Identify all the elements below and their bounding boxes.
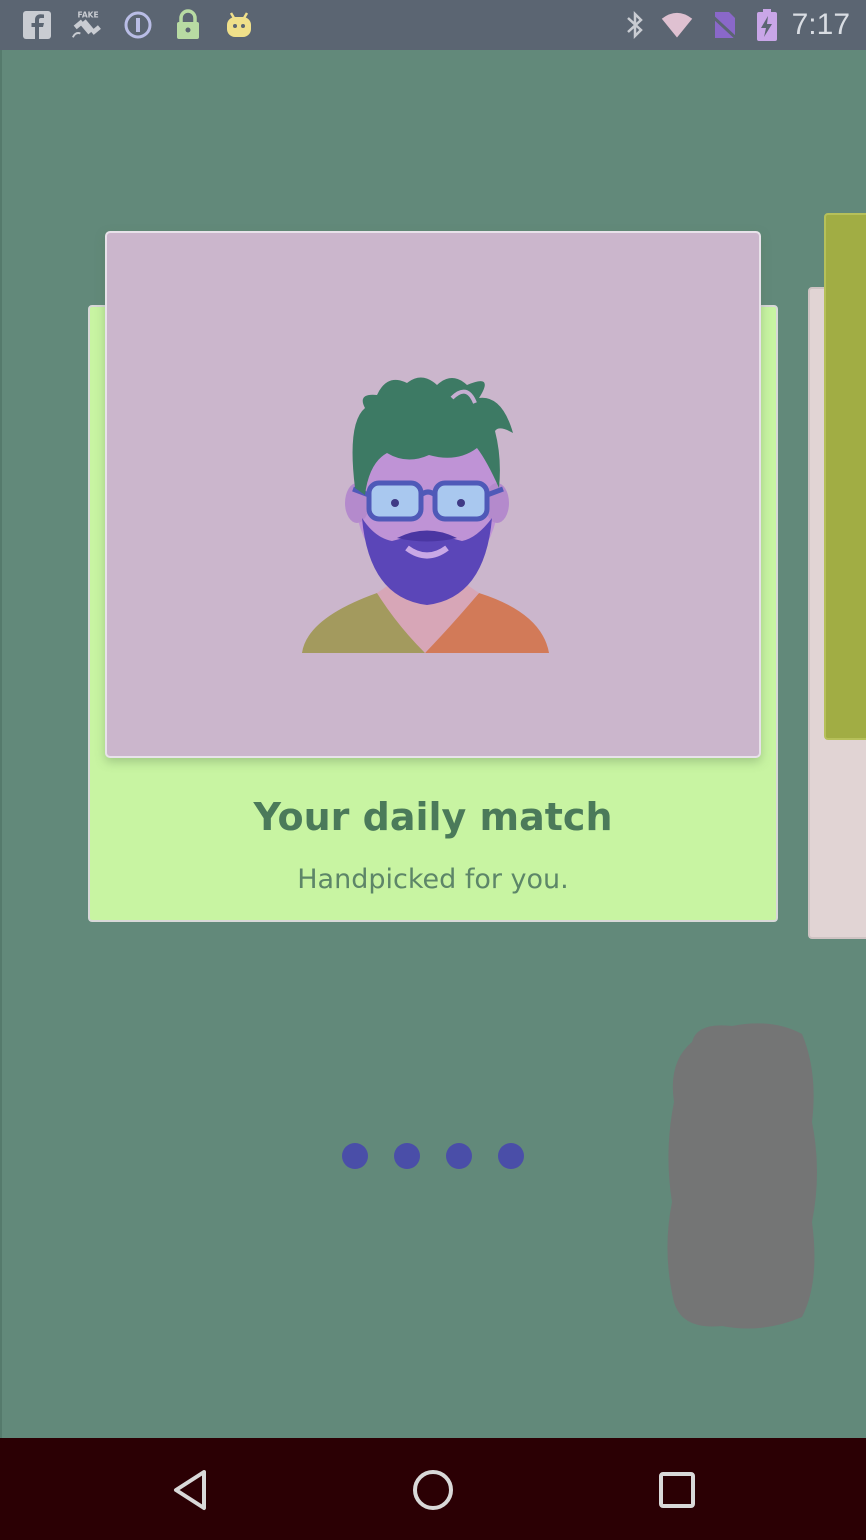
no-sim-icon [706,8,740,42]
battery-charging-icon [750,8,784,42]
home-icon[interactable] [401,1458,465,1522]
status-time: 7:17 [791,8,850,41]
gray-smudge [667,1023,817,1329]
wifi-icon [660,8,694,42]
svg-text:FAKE: FAKE [78,10,99,19]
edge-divider [0,50,2,1438]
card-subtitle: Handpicked for you. [297,864,569,895]
status-bar: FAKE 7:17 [0,0,866,50]
bearded-man-illustration [302,377,549,653]
facebook-icon [20,8,54,42]
page-dot-4[interactable] [498,1143,524,1169]
card-illustration-panel [105,231,761,758]
next-card-image [824,213,866,740]
card-title: Your daily match [253,795,613,839]
page-dot-3[interactable] [446,1143,472,1169]
page-dot-1[interactable] [342,1143,368,1169]
android-icon [222,8,256,42]
page-dot-2[interactable] [394,1143,420,1169]
bluetooth-icon [618,8,652,42]
page-indicator [340,1143,530,1171]
lock-icon [171,8,205,42]
info-icon [121,8,155,42]
navigation-bar [0,1438,866,1540]
recents-icon[interactable] [645,1458,709,1522]
back-icon[interactable] [158,1458,222,1522]
fake-gps-icon: FAKE [70,8,104,42]
